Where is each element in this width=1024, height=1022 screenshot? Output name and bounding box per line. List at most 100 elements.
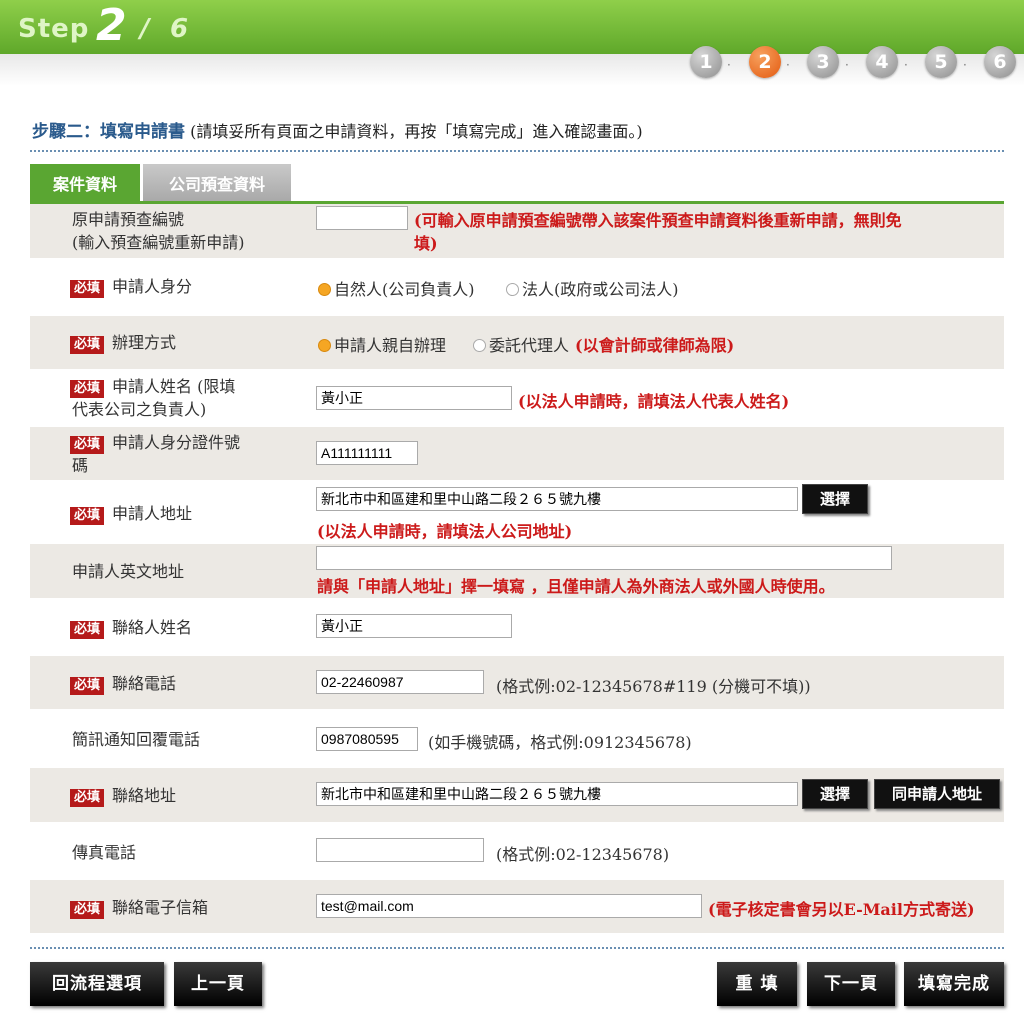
applicant-address-input[interactable]: 新北市中和區建和里中山路二段２６５號九樓 xyxy=(316,487,798,511)
contact-name-input[interactable]: 黃小正 xyxy=(316,614,512,638)
row-contact-email: 必填 聯絡電子信箱 test@mail.com (電子核定書會另以E-Mail方式… xyxy=(30,880,1004,933)
applicant-address-hint: (以法人申請時，請填法人公司地址) xyxy=(317,522,573,541)
sms-phone-input[interactable]: 0987080595 xyxy=(316,727,418,751)
page-title: 步驟二：填寫申請書 (請填妥所有頁面之申請資料，再按「填寫完成」進入確認畫面。) xyxy=(32,117,643,142)
handling-method-label: 必填 辦理方式 xyxy=(70,331,177,354)
step-label: Step xyxy=(18,14,90,44)
divider xyxy=(30,947,1004,949)
fax-input[interactable] xyxy=(316,838,484,862)
step-dot-3: 3 xyxy=(807,46,839,78)
applicant-identity-label: 必填 申請人身分 xyxy=(70,275,192,298)
contact-phone-hint: (格式例:02-12345678#119 (分機可不填)) xyxy=(496,677,811,696)
previous-page-button[interactable]: 上一頁 xyxy=(174,962,262,1006)
handling-method-label-text: 辦理方式 xyxy=(112,333,177,352)
next-page-button[interactable]: 下一頁 xyxy=(807,962,895,1006)
tab-case-info[interactable]: 案件資料 xyxy=(30,164,140,202)
english-address-hint: 請與「申請人地址」擇一填寫 ，且僅申請人為外商法人或外國人時使用。 xyxy=(317,577,835,596)
identity-legal-person-radio[interactable]: 法人(政府或公司法人) xyxy=(506,276,679,300)
contact-address-label: 必填 聯絡地址 xyxy=(70,784,177,807)
page-title-sub: (請填妥所有頁面之申請資料，再按「填寫完成」進入確認畫面。) xyxy=(190,122,643,141)
required-badge: 必填 xyxy=(70,436,105,454)
step-dot-1: 1 xyxy=(690,46,722,78)
step-current: 2 xyxy=(96,0,127,51)
step-total: 6 xyxy=(170,14,189,44)
tab-company-precheck[interactable]: 公司預查資料 xyxy=(143,164,291,202)
reset-button[interactable]: 重 填 xyxy=(717,962,797,1006)
row-contact-phone: 必填 聯絡電話 02-22460987 (格式例:02-12345678#119 … xyxy=(30,656,1004,709)
applicant-address-select-button[interactable]: 選擇 xyxy=(802,484,868,514)
back-to-flow-button[interactable]: 回流程選項 xyxy=(30,962,164,1006)
divider xyxy=(30,150,1004,152)
identity-legal-person-label: 法人(政府或公司法人) xyxy=(522,280,679,299)
step-slash: / xyxy=(140,14,150,44)
original-no-hint: (可輸入原申請預查編號帶入該案件預查申請資料後重新申請，無則免 填) xyxy=(414,209,902,255)
original-no-input[interactable] xyxy=(316,206,408,230)
fax-hint: (格式例:02-12345678) xyxy=(496,845,670,864)
same-as-applicant-address-button[interactable]: 同申請人地址 xyxy=(874,779,1000,809)
page-title-main: 步驟二：填寫申請書 xyxy=(32,122,185,142)
required-badge: 必填 xyxy=(70,280,105,298)
row-applicant-identity: 必填 申請人身分 自然人(公司負責人) 法人(政府或公司法人) xyxy=(30,260,1004,314)
contact-name-label: 必填 聯絡人姓名 xyxy=(70,616,192,639)
sms-phone-label: 簡訊通知回覆電話 xyxy=(72,730,201,749)
contact-email-hint: (電子核定書會另以E-Mail方式寄送) xyxy=(708,900,975,919)
finish-button[interactable]: 填寫完成 xyxy=(904,962,1004,1006)
applicant-id-label: 必填 申請人身分證件號 碼 xyxy=(70,431,241,477)
contact-address-label-text: 聯絡地址 xyxy=(112,786,177,805)
required-badge: 必填 xyxy=(70,380,105,398)
row-original-no: 原申請預查編號 (輸入預查編號重新申請) (可輸入原申請預查編號帶入該案件預查申… xyxy=(30,204,1004,258)
row-sms-phone: 簡訊通知回覆電話 0987080595 (如手機號碼，格式例:091234567… xyxy=(30,711,1004,766)
contact-phone-label-text: 聯絡電話 xyxy=(112,674,177,693)
applicant-id-input[interactable]: A111111111 xyxy=(316,441,418,465)
row-handling-method: 必填 辦理方式 申請人親自辦理 委託代理人 (以會計師或律師為限) xyxy=(30,316,1004,369)
contact-address-select-button[interactable]: 選擇 xyxy=(802,779,868,809)
original-no-label-line2: (輸入預查編號重新申請) xyxy=(72,233,245,252)
english-address-input[interactable] xyxy=(316,546,892,570)
row-applicant-english-address: 申請人英文地址 請與「申請人地址」擇一填寫 ，且僅申請人為外商法人或外國人時使用… xyxy=(30,544,1004,598)
step-dot-separator: · xyxy=(845,58,849,72)
required-badge: 必填 xyxy=(70,901,105,919)
step-dot-separator: · xyxy=(786,58,790,72)
radio-unselected-icon xyxy=(506,283,519,296)
sms-phone-hint: (如手機號碼，格式例:0912345678) xyxy=(428,733,692,752)
applicant-address-label: 必填 申請人地址 xyxy=(70,502,192,525)
applicant-id-label-line2: 碼 xyxy=(72,456,89,475)
radio-selected-icon xyxy=(318,339,331,352)
step-dot-2: 2 xyxy=(749,46,781,78)
applicant-name-label-line1: 申請人姓名 (限填 xyxy=(112,377,236,396)
applicant-name-hint: (以法人申請時，請填法人代表人姓名) xyxy=(518,392,790,411)
step-dot-5: 5 xyxy=(925,46,957,78)
row-contact-name: 必填 聯絡人姓名 黃小正 xyxy=(30,600,1004,654)
applicant-id-label-line1: 申請人身分證件號 xyxy=(112,433,241,452)
radio-unselected-icon xyxy=(473,339,486,352)
contact-address-input[interactable]: 新北市中和區建和里中山路二段２６５號九樓 xyxy=(316,782,798,806)
method-agent-note: (以會計師或律師為限) xyxy=(575,336,735,355)
english-address-label: 申請人英文地址 xyxy=(72,562,185,581)
fax-label: 傳真電話 xyxy=(72,843,137,862)
row-applicant-address: 必填 申請人地址 新北市中和區建和里中山路二段２６５號九樓 選擇 (以法人申請時，… xyxy=(30,482,1004,542)
method-self-radio[interactable]: 申請人親自辦理 xyxy=(318,332,446,356)
applicant-name-input[interactable]: 黃小正 xyxy=(316,386,512,410)
required-badge: 必填 xyxy=(70,507,105,525)
contact-email-label-text: 聯絡電子信箱 xyxy=(112,898,209,917)
required-badge: 必填 xyxy=(70,621,105,639)
row-fax: 傳真電話 (格式例:02-12345678) xyxy=(30,824,1004,878)
original-no-label-line1: 原申請預查編號 xyxy=(72,210,185,229)
contact-phone-input[interactable]: 02-22460987 xyxy=(316,670,484,694)
contact-email-input[interactable]: test@mail.com xyxy=(316,894,702,918)
method-self-label: 申請人親自辦理 xyxy=(334,336,447,355)
original-no-hint-line1: (可輸入原申請預查編號帶入該案件預查申請資料後重新申請，無則免 xyxy=(414,211,902,230)
original-no-hint-line2: 填) xyxy=(414,234,438,253)
method-agent-radio[interactable]: 委託代理人 (以會計師或律師為限) xyxy=(473,332,734,356)
step-dot-4: 4 xyxy=(866,46,898,78)
radio-selected-icon xyxy=(318,283,331,296)
step-dot-separator: · xyxy=(904,58,908,72)
identity-natural-person-radio[interactable]: 自然人(公司負責人) xyxy=(318,276,475,300)
original-no-label: 原申請預查編號 (輸入預查編號重新申請) xyxy=(72,208,245,254)
applicant-name-label-line2: 代表公司之負責人) xyxy=(72,400,207,419)
row-applicant-id: 必填 申請人身分證件號 碼 A111111111 xyxy=(30,427,1004,480)
method-agent-label: 委託代理人 xyxy=(489,336,570,355)
row-applicant-name: 必填 申請人姓名 (限填 代表公司之負責人) 黃小正 (以法人申請時，請填法人代表… xyxy=(30,371,1004,425)
contact-email-label: 必填 聯絡電子信箱 xyxy=(70,896,209,919)
applicant-name-label: 必填 申請人姓名 (限填 代表公司之負責人) xyxy=(70,375,236,421)
